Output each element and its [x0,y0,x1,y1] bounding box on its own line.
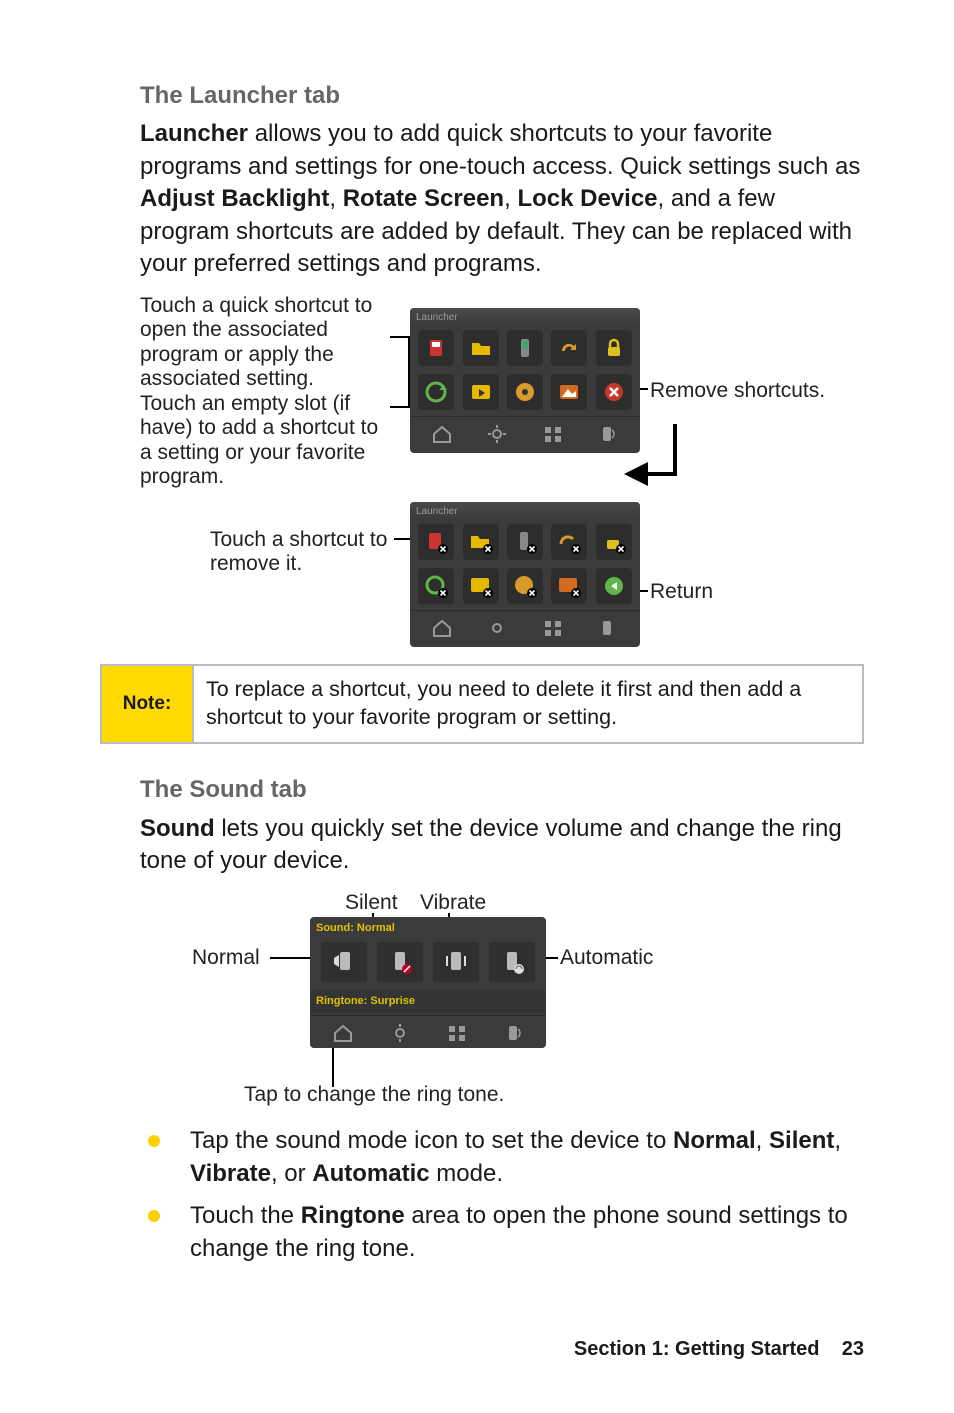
ringtone-area[interactable]: Ringtone: Surprise [310,990,546,1013]
shortcut-sync-icon[interactable] [418,374,454,410]
sound-heading: The Sound tab [140,774,864,806]
nav-settings-icon[interactable] [382,1020,418,1046]
shortcut-removable[interactable] [418,568,454,604]
launcher-heading: The Launcher tab [140,80,864,112]
nav-sound-icon[interactable] [590,615,626,641]
launcher-bold: Launcher [140,120,248,147]
callout-remove-shortcuts: Remove shortcuts. [650,379,825,403]
sound-mode-automatic-button[interactable] [489,942,535,982]
launcher-screenshot-2: Launcher [410,502,640,647]
shortcut-media-icon[interactable] [507,374,543,410]
return-button[interactable] [596,568,632,604]
sound-mode-label: Sound: Normal [310,917,546,938]
sound-screenshot: Sound: Normal Ringtone: Surprise [310,917,546,1048]
shortcut-removable[interactable] [551,524,587,560]
callout-touch-remove: Touch a shortcut to remove it. [210,528,395,576]
callout-silent: Silent [345,891,398,915]
shortcut-play-icon[interactable] [463,374,499,410]
shortcut-phone-icon[interactable] [507,330,543,366]
sound-figure: Silent Vibrate Normal Automatic Tap to c… [140,891,864,1111]
callout-open-shortcut: Touch a quick shortcut to open the assoc… [140,294,390,391]
shortcut-removable[interactable] [551,568,587,604]
shortcut-lock-icon[interactable] [596,330,632,366]
callout-empty-slot: Touch an empty slot (if have) to add a s… [140,392,390,489]
nav-settings-icon[interactable] [479,615,515,641]
shortcut-removable[interactable] [463,524,499,560]
sound-paragraph: Sound lets you quickly set the device vo… [140,813,864,878]
shortcut-folder-icon[interactable] [463,330,499,366]
page-footer: Section 1: Getting Started 23 [574,1336,864,1363]
panel-title: Launcher [410,308,640,326]
launcher-screenshot-1: Launcher [410,308,640,453]
nav-apps-icon[interactable] [535,421,571,447]
launcher-figure: Touch a quick shortcut to open the assoc… [140,294,864,654]
callout-return: Return [650,580,713,604]
shortcut-image-icon[interactable] [551,374,587,410]
note-label: Note: [102,666,194,742]
callout-vibrate: Vibrate [420,891,486,915]
callout-normal: Normal [192,946,260,970]
sound-bullet-list: Tap the sound mode icon to set the devic… [140,1125,864,1265]
shortcut-removable[interactable] [463,568,499,604]
bullet-item: Tap the sound mode icon to set the devic… [140,1125,864,1190]
nav-apps-icon[interactable] [535,615,571,641]
note-box: Note: To replace a shortcut, you need to… [100,664,864,744]
shortcut-contacts-icon[interactable] [418,330,454,366]
shortcut-rotate-icon[interactable] [551,330,587,366]
launcher-paragraph: Launcher allows you to add quick shortcu… [140,118,864,280]
note-text: To replace a shortcut, you need to delet… [194,666,862,742]
shortcut-removable[interactable] [507,524,543,560]
callout-tap-ring: Tap to change the ring tone. [244,1083,504,1107]
shortcut-removable[interactable] [507,568,543,604]
nav-home-icon[interactable] [325,1020,361,1046]
remove-shortcuts-button[interactable] [596,374,632,410]
nav-apps-icon[interactable] [439,1020,475,1046]
nav-settings-icon[interactable] [479,421,515,447]
shortcut-removable[interactable] [596,524,632,560]
shortcut-removable[interactable] [418,524,454,560]
sound-mode-normal-button[interactable] [321,942,367,982]
callout-automatic: Automatic [560,946,653,970]
panel-title: Launcher [410,502,640,520]
nav-home-icon[interactable] [424,615,460,641]
nav-home-icon[interactable] [424,421,460,447]
sound-mode-silent-button[interactable] [377,942,423,982]
sound-mode-vibrate-button[interactable] [433,942,479,982]
nav-sound-icon[interactable] [496,1020,532,1046]
nav-sound-icon[interactable] [590,421,626,447]
bullet-item: Touch the Ringtone area to open the phon… [140,1200,864,1265]
